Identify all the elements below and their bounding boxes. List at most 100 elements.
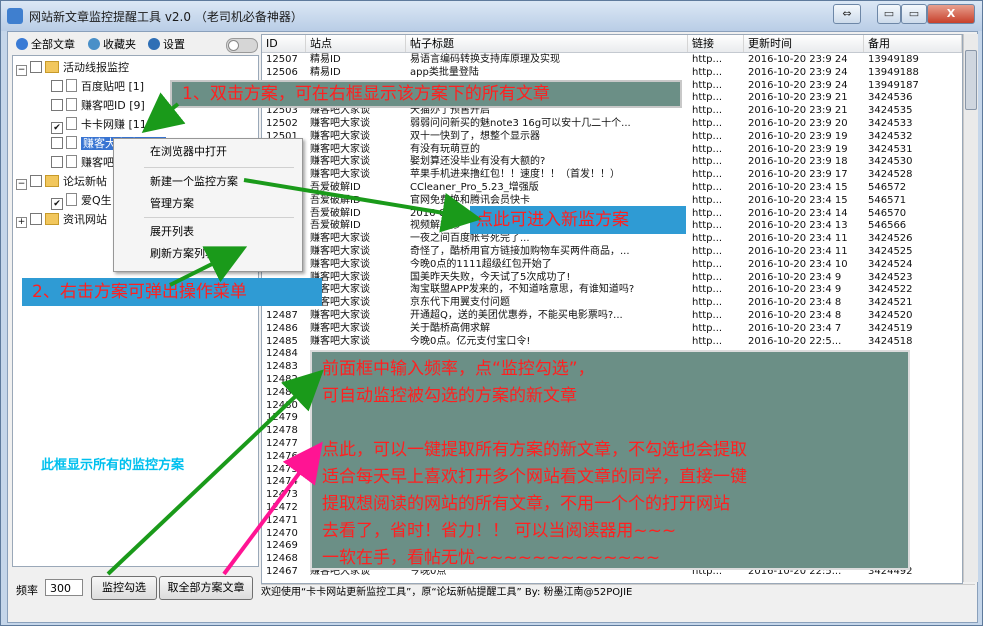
table-cell: 12480 <box>266 399 298 411</box>
table-cell: http... <box>692 156 723 168</box>
expand-icon[interactable]: − <box>16 179 27 190</box>
annotation-right-click: 2、右击方案可弹出操作菜单 <box>22 278 322 306</box>
globe-icon <box>16 38 28 50</box>
annotation-line <box>322 410 898 437</box>
minimize-button[interactable]: ▭ <box>877 4 901 24</box>
checkbox[interactable] <box>51 80 63 92</box>
column-header[interactable]: 更新时间 <box>744 35 864 52</box>
table-cell: 吾爱破解ID <box>310 194 361 206</box>
table-cell: 12506 <box>266 66 298 78</box>
column-header[interactable]: 链接 <box>688 35 744 52</box>
table-row[interactable]: 12485 赚客吧大家谈 今晚0点。亿元支付宝口令! http... 2016-10-2… <box>262 335 962 348</box>
checkbox[interactable] <box>51 99 63 111</box>
favorites-button[interactable]: 收藏夹 <box>88 37 136 53</box>
checkbox[interactable]: ✔ <box>51 122 63 134</box>
table-row[interactable]: 吾爱破解ID CCleaner_Pro_5.23_增强版 http... 2016-1… <box>262 181 962 194</box>
tree-item[interactable]: ✔ 爱Q生 <box>51 192 112 210</box>
table-row[interactable]: 赚客吧大家谈 娶划算还没毕业有没有大额的? http... 2016-10-20 23… <box>262 155 962 168</box>
checkbox[interactable]: ✔ <box>51 198 63 210</box>
tree-item[interactable]: 赚客吧 <box>51 154 114 171</box>
tree-item[interactable]: ✔ 卡卡网赚 [11] <box>51 116 152 134</box>
table-cell: 2016-10-20 23:4 15 <box>748 194 848 206</box>
table-cell: 2016-10-20 23:4 13 <box>748 220 848 232</box>
tree-group[interactable]: − 论坛新帖 <box>16 173 107 190</box>
table-cell: 2016-10-20 23:4 14 <box>748 207 848 219</box>
table-cell: 12468 <box>266 553 298 565</box>
expand-icon[interactable]: − <box>16 65 27 76</box>
table-row[interactable]: 赚客吧大家谈 苹果手机进来撸红包！！速度！！（首发！！） http... 2016-1… <box>262 168 962 181</box>
scheme-tree[interactable]: 此框显示所有的监控方案 − 活动线报监控 百度贴吧 [1] 赚客吧ID [9] ✔ 卡卡网… <box>12 55 259 567</box>
table-cell: 赚客吧大家谈 <box>310 310 370 321</box>
table-row[interactable]: 赚客吧大家谈 今晚0点的1111超级红包开始了 http... 2016-10-20 … <box>262 258 962 271</box>
title-bar[interactable]: 网站新文章监控提醒工具 v2.0 （老司机必备神器） ⇔ ▭ ▭ X <box>1 1 982 31</box>
close-button[interactable]: X <box>927 4 975 24</box>
table-cell: 2016-10-20 23:9 24 <box>748 79 848 91</box>
table-cell: 12471 <box>266 514 298 526</box>
toggle-knob <box>228 40 239 51</box>
column-header[interactable]: 备用 <box>864 35 962 52</box>
tree-group[interactable]: + 资讯网站 <box>16 211 107 228</box>
shield-icon <box>88 38 100 50</box>
table-row[interactable]: 12486 赚客吧大家谈 关于酷桥高佣求解 http... 2016-10-20 23:… <box>262 322 962 335</box>
table-row[interactable]: 12502 赚客吧大家谈 弱弱问问新买的魅note3 16g可以安十几二十个... h… <box>262 117 962 130</box>
checkbox[interactable] <box>51 156 63 168</box>
table-cell: http... <box>692 92 723 104</box>
column-header[interactable]: ID <box>262 35 306 52</box>
table-row[interactable]: 12487 赚客吧大家谈 开通超Q，送的美团优惠券，不能买电影票吗?... http.… <box>262 309 962 322</box>
menu-separator <box>144 217 294 218</box>
table-row[interactable]: 赚客吧大家谈 淘宝联盟APP发来的，不知道啥意思，有谁知道吗? http... 201… <box>262 283 962 296</box>
fetch-all-button[interactable]: 取全部方案文章 <box>159 576 253 600</box>
table-cell: 3424532 <box>868 130 913 142</box>
tree-group-label: 论坛新帖 <box>63 175 107 188</box>
page-icon <box>66 117 77 130</box>
table-row[interactable]: 赚客吧大家谈 一夜之间百度帐号死完了... http... 2016-10-20 23… <box>262 232 962 245</box>
table-row[interactable]: 赚客吧大家谈 奇怪了，酷桥用官方链接加购物车买两件商品，... http... 201… <box>262 245 962 258</box>
all-articles-button[interactable]: 全部文章 <box>16 37 75 53</box>
table-cell: http... <box>692 79 723 91</box>
table-row[interactable]: 赚客吧大家谈 国美昨天失败，今天试了5次成功了! http... 2016-10-20… <box>262 271 962 284</box>
context-menu-item[interactable]: 在浏览器中打开 <box>150 143 227 161</box>
annotation-line: 可自动监控被勾选的方案的新文章 <box>322 386 577 406</box>
table-row[interactable]: 赚客吧大家谈 有没有玩萌豆的 http... 2016-10-20 23:9 19 34… <box>262 143 962 156</box>
tree-group[interactable]: − 活动线报监控 <box>16 59 129 76</box>
toggle-switch[interactable] <box>226 38 258 53</box>
monitor-checked-button[interactable]: 监控勾选 <box>91 576 157 600</box>
frequency-input[interactable]: 300 <box>45 579 83 596</box>
table-row[interactable]: 12501 赚客吧大家谈 双十一快到了，想整个显示器 http... 2016-10-2… <box>262 130 962 143</box>
context-menu-item[interactable]: 新建一个监控方案 <box>150 173 238 191</box>
column-header[interactable]: 帖子标题 <box>406 35 688 52</box>
table-cell: 2016-10-20 23:9 19 <box>748 143 848 155</box>
scrollbar-thumb[interactable] <box>965 50 977 110</box>
annotation-monitor-help: 前面框中输入频率，点“监控勾选”， 可自动监控被勾选的方案的新文章 点此，可以一键… <box>310 350 910 570</box>
folder-icon <box>45 61 59 73</box>
checkbox[interactable] <box>30 175 42 187</box>
page-icon <box>66 98 77 111</box>
checkbox[interactable] <box>30 61 42 73</box>
table-row[interactable]: 12506 精易ID app类批量登陆 http... 2016-10-20 23:9 … <box>262 66 962 79</box>
table-cell: http... <box>692 297 723 309</box>
maximize-button[interactable]: ▭ <box>901 4 927 24</box>
table-cell: 吾爱破解ID <box>310 182 361 193</box>
checkbox[interactable] <box>51 137 63 149</box>
table-row[interactable]: 吾爱破解ID 官网免费换和腾讯会员快卡 http... 2016-10-20 23:4… <box>262 194 962 207</box>
app-icon <box>7 8 23 24</box>
table-cell: http... <box>692 207 723 219</box>
column-header[interactable]: 站点 <box>306 35 406 52</box>
checkbox[interactable] <box>30 213 42 225</box>
context-menu-item[interactable]: 展开列表 <box>150 223 194 241</box>
table-cell: 3424535 <box>868 105 913 117</box>
restore-icon[interactable]: ⇔ <box>833 4 861 24</box>
tree-item-label: 卡卡网赚 [11] <box>81 118 152 131</box>
tree-item[interactable]: 赚客吧ID [9] <box>51 97 145 114</box>
expand-icon[interactable]: + <box>16 217 27 228</box>
vertical-scrollbar[interactable] <box>963 34 978 582</box>
table-cell: 3424530 <box>868 156 913 168</box>
settings-button[interactable]: 设置 <box>148 37 185 53</box>
table-cell: 12502 <box>266 118 298 129</box>
table-row[interactable]: 12507 精易ID 易语言编码转换支持库原理及实现 http... 2016-10-2… <box>262 53 962 66</box>
table-row[interactable]: 赚客吧大家谈 京东代下用翼支付问题 http... 2016-10-20 23:4 8… <box>262 296 962 309</box>
context-menu-item[interactable]: 管理方案 <box>150 195 194 213</box>
page-icon <box>66 155 77 168</box>
context-menu-item[interactable]: 刷新方案列表 <box>150 245 216 263</box>
tree-item[interactable]: 百度贴吧 [1] <box>51 78 144 95</box>
